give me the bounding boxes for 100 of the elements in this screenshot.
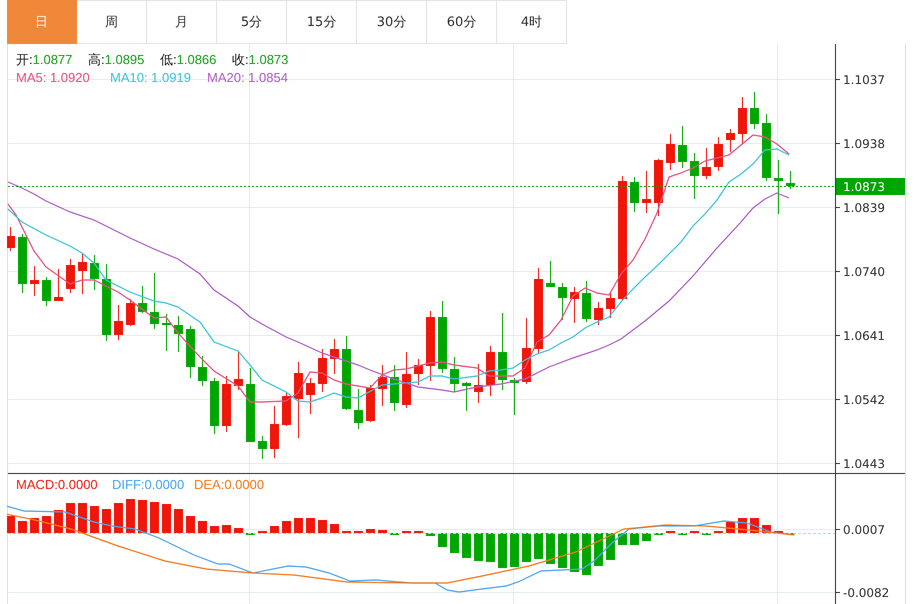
macd-histogram-bar <box>162 504 171 533</box>
macd-histogram-bar <box>126 499 135 533</box>
falling-candlestick <box>450 356 459 392</box>
falling-candlestick <box>210 378 219 434</box>
price-axis-label: 1.0938 <box>843 137 885 151</box>
falling-candlestick <box>150 272 159 330</box>
rising-candlestick <box>318 348 327 392</box>
period-tab[interactable]: 60分 <box>427 0 497 44</box>
macd-histogram-bar <box>450 533 459 553</box>
falling-candlestick <box>546 260 555 288</box>
period-tab[interactable]: 15分 <box>287 0 357 44</box>
rising-candlestick <box>426 310 435 382</box>
rising-candlestick <box>726 128 735 152</box>
falling-candlestick <box>786 170 795 190</box>
rising-candlestick <box>330 338 339 374</box>
price-axis-label: 1.0542 <box>843 393 885 407</box>
falling-candlestick <box>774 160 783 214</box>
rising-candlestick <box>642 170 651 214</box>
rising-candlestick <box>282 392 291 426</box>
macd-histogram-bar <box>462 533 471 558</box>
macd-histogram-bar <box>186 516 195 533</box>
macd-histogram-bar <box>546 533 555 564</box>
falling-candlestick <box>510 378 519 416</box>
moving-average-readout: MA10: 1.0919 <box>110 70 191 85</box>
falling-candlestick <box>138 286 147 314</box>
macd-histogram-bar <box>150 502 159 533</box>
rising-candlestick <box>7 226 15 252</box>
rising-candlestick <box>66 258 75 294</box>
macd-histogram-bar <box>318 520 327 533</box>
falling-candlestick <box>462 382 471 412</box>
macd-histogram-bar <box>42 516 51 533</box>
rising-candlestick <box>666 134 675 170</box>
macd-histogram-bar <box>174 509 183 533</box>
rising-candlestick <box>474 364 483 404</box>
rising-candlestick <box>606 292 615 318</box>
rising-candlestick <box>594 302 603 326</box>
falling-candlestick <box>750 92 759 130</box>
macd-histogram-bar <box>78 503 87 533</box>
macd-histogram-bar <box>378 530 387 533</box>
rising-candlestick <box>126 298 135 326</box>
macd-histogram-bar <box>270 526 279 533</box>
falling-candlestick <box>174 316 183 352</box>
macd-histogram-bar <box>522 533 531 562</box>
price-axis-label: 1.0641 <box>843 329 885 343</box>
period-tab[interactable]: 月 <box>147 0 217 44</box>
macd-histogram-bar <box>510 533 519 567</box>
macd-histogram-bar <box>7 516 15 533</box>
falling-candlestick <box>630 176 639 212</box>
rising-candlestick <box>114 304 123 340</box>
rising-candlestick <box>714 136 723 172</box>
period-tab[interactable]: 周 <box>77 0 147 44</box>
macd-readout: DEA:0.0000 <box>194 477 264 492</box>
ohlc-readout: 开:1.0877 <box>16 52 72 67</box>
falling-candlestick <box>42 276 51 306</box>
rising-candlestick <box>522 318 531 384</box>
price-axis-label: 1.0839 <box>843 201 885 215</box>
rising-candlestick <box>738 96 747 144</box>
moving-average-readout: MA20: 1.0854 <box>207 70 288 85</box>
macd-histogram-bar <box>18 521 27 533</box>
rising-candlestick <box>378 364 387 406</box>
rising-candlestick <box>366 384 375 422</box>
macd-histogram-bar <box>366 529 375 533</box>
macd-histogram-bar <box>426 533 435 536</box>
rising-candlestick <box>402 352 411 408</box>
rising-candlestick <box>414 358 423 386</box>
macd-histogram-bar <box>330 524 339 533</box>
macd-histogram-bar <box>438 533 447 547</box>
macd-histogram-bar <box>474 533 483 561</box>
falling-candlestick <box>762 114 771 182</box>
period-tab[interactable]: 4时 <box>497 0 567 44</box>
macd-histogram-bar <box>630 533 639 545</box>
rising-candlestick <box>30 266 39 296</box>
macd-histogram-bar <box>198 521 207 533</box>
price-axis-label: 1.0443 <box>843 457 885 471</box>
moving-average-readout: MA5: 1.0920 <box>16 70 90 85</box>
falling-candlestick <box>558 282 567 320</box>
last-price-tag: 1.0873 <box>836 178 905 195</box>
falling-candlestick <box>582 280 591 322</box>
period-tab[interactable]: 30分 <box>357 0 427 44</box>
macd-histogram-bar <box>294 518 303 533</box>
rising-candlestick <box>654 158 663 216</box>
rising-candlestick <box>222 376 231 432</box>
period-tab[interactable]: 5分 <box>217 0 287 44</box>
macd-histogram-bar <box>222 525 231 533</box>
macd-histogram-bar <box>234 528 243 533</box>
ohlc-readout: 高:1.0895 <box>88 52 144 67</box>
falling-candlestick <box>678 126 687 168</box>
macd-histogram-bar <box>570 533 579 572</box>
falling-candlestick <box>390 364 399 412</box>
rising-candlestick <box>306 378 315 414</box>
falling-candlestick <box>198 356 207 386</box>
macd-histogram-bar <box>30 518 39 533</box>
macd-histogram-bar <box>114 503 123 533</box>
rising-candlestick <box>78 252 87 294</box>
rising-candlestick <box>270 406 279 458</box>
rising-candlestick <box>54 268 63 302</box>
ohlc-readout: 收:1.0873 <box>232 52 288 67</box>
falling-candlestick <box>90 254 99 290</box>
rising-candlestick <box>486 346 495 396</box>
macd-readout: MACD:0.0000 <box>16 477 98 492</box>
